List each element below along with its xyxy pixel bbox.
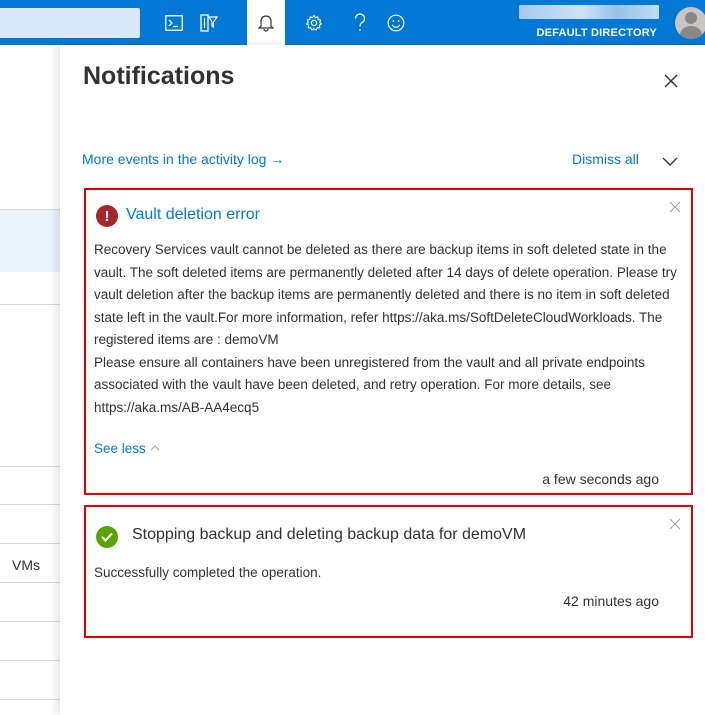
- notification-timestamp: 42 minutes ago: [563, 593, 659, 609]
- account-menu[interactable]: DEFAULT DIRECTORY: [455, 5, 665, 41]
- settings-button[interactable]: [295, 4, 333, 42]
- panel-title: Notifications: [83, 62, 235, 90]
- success-check-icon: [96, 526, 118, 548]
- directory-filter-icon: [200, 14, 218, 32]
- close-icon: [669, 201, 681, 213]
- feedback-smiley-icon: [387, 14, 405, 32]
- dismiss-all-button[interactable]: Dismiss all: [572, 151, 639, 167]
- notification-title: Stopping backup and deleting backup data…: [132, 526, 527, 543]
- notifications-bell-icon: [258, 14, 274, 32]
- global-search-box[interactable]: [0, 8, 140, 38]
- divider: [0, 504, 60, 505]
- see-less-label: See less: [94, 441, 146, 456]
- blade-row-label[interactable]: VMs: [12, 557, 40, 573]
- divider: [0, 466, 60, 467]
- help-button[interactable]: [341, 4, 379, 42]
- close-panel-button[interactable]: [660, 70, 682, 92]
- notification-card-error[interactable]: ! Vault deletion error Recovery Services…: [84, 188, 693, 495]
- divider: [0, 582, 60, 583]
- divider: [0, 304, 60, 305]
- account-directory-label: DEFAULT DIRECTORY: [536, 27, 657, 39]
- divider: [0, 699, 60, 700]
- divider: [0, 543, 60, 544]
- activity-log-link[interactable]: More events in the activity log →: [82, 151, 284, 167]
- notification-card-success[interactable]: Stopping backup and deleting backup data…: [84, 505, 693, 638]
- divider: [0, 660, 60, 661]
- close-icon: [664, 74, 678, 88]
- top-navigation-bar: DEFAULT DIRECTORY: [0, 0, 705, 45]
- dismiss-notification-button[interactable]: [669, 198, 683, 213]
- see-less-toggle[interactable]: See less: [94, 441, 160, 456]
- dismiss-options-button[interactable]: [660, 153, 680, 169]
- background-blade: VMs: [0, 45, 60, 715]
- chevron-down-icon: [662, 157, 678, 166]
- selected-row-highlight: [0, 210, 60, 272]
- cloud-shell-button[interactable]: [155, 4, 193, 42]
- notification-body: Recovery Services vault cannot be delete…: [94, 239, 686, 419]
- notifications-button[interactable]: [247, 0, 285, 45]
- notification-timestamp: a few seconds ago: [542, 471, 659, 487]
- divider: [0, 621, 60, 622]
- notification-title[interactable]: Vault deletion error: [126, 206, 260, 224]
- cloud-shell-icon: [165, 15, 183, 31]
- settings-gear-icon: [305, 14, 323, 31]
- feedback-button[interactable]: [377, 4, 415, 42]
- notification-body-paragraph: Please ensure all containers have been u…: [94, 354, 645, 415]
- directory-filter-button[interactable]: [190, 4, 228, 42]
- chevron-up-icon: [150, 445, 160, 451]
- notification-body: Successfully completed the operation.: [94, 565, 322, 580]
- error-icon: !: [96, 205, 118, 227]
- notifications-panel: Notifications More events in the activit…: [60, 45, 705, 715]
- close-icon: [669, 518, 681, 530]
- notification-body-paragraph: Recovery Services vault cannot be delete…: [94, 242, 677, 347]
- help-icon: [354, 13, 366, 31]
- account-name-redacted: [519, 5, 659, 19]
- avatar[interactable]: [675, 7, 705, 39]
- dismiss-notification-button[interactable]: [669, 515, 683, 530]
